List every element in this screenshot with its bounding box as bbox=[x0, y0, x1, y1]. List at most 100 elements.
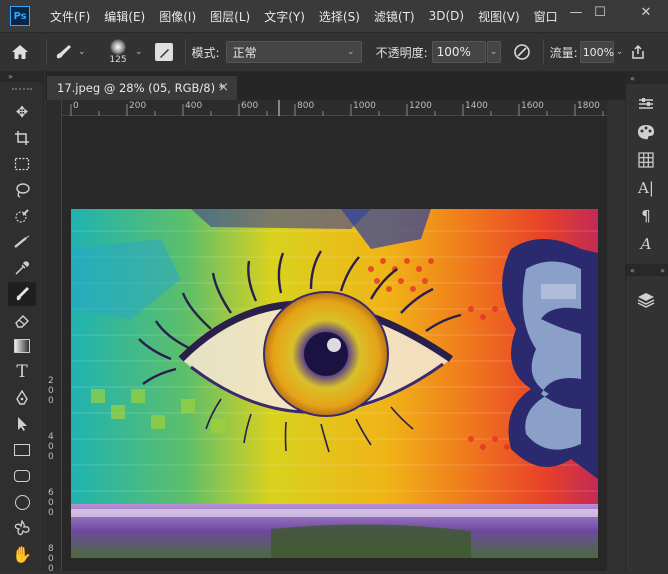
opacity-dropdown[interactable]: ⌄ bbox=[486, 41, 501, 63]
ruler-label: 8 0 0 bbox=[48, 544, 54, 574]
home-icon bbox=[12, 45, 28, 59]
dock-header: « » bbox=[626, 264, 668, 276]
brush-settings-icon bbox=[159, 49, 169, 58]
restore-button[interactable]: ☐ bbox=[584, 0, 616, 24]
paragraph-icon[interactable]: ¶ bbox=[633, 204, 659, 228]
swatches-grid-icon[interactable] bbox=[633, 148, 659, 172]
menu-window[interactable]: 窗口 bbox=[534, 8, 558, 25]
soft-brush-tip-icon bbox=[110, 39, 126, 55]
brush-panel-toggle[interactable] bbox=[154, 43, 173, 61]
properties-icon[interactable] bbox=[633, 92, 659, 116]
ruler-label: 4 0 0 bbox=[48, 432, 54, 462]
panel-grip-icon[interactable] bbox=[12, 88, 32, 90]
menu-view[interactable]: 视图(V) bbox=[478, 8, 520, 25]
blend-mode-select[interactable]: 正常 ⌄ bbox=[225, 41, 362, 63]
flow-label: 流量: bbox=[549, 45, 578, 60]
ruler-label: 1200 bbox=[409, 101, 432, 111]
canvas-area[interactable] bbox=[62, 116, 607, 571]
expand-panels-icon[interactable]: « bbox=[630, 74, 635, 83]
eraser-icon[interactable] bbox=[8, 308, 36, 332]
separator bbox=[46, 39, 47, 65]
path-selection-icon[interactable] bbox=[8, 412, 36, 436]
brush-preset-icon bbox=[56, 45, 71, 59]
photoshop-logo-icon[interactable]: Ps bbox=[10, 6, 30, 26]
custom-shape-icon[interactable] bbox=[8, 516, 36, 540]
panel-collapse-icon[interactable]: » bbox=[0, 72, 44, 82]
vertical-ruler[interactable]: 2 0 0 4 0 0 6 0 0 8 0 0 bbox=[45, 100, 62, 574]
ruler-label: 1800 bbox=[577, 101, 600, 111]
ruler-label: 1600 bbox=[521, 101, 544, 111]
character-icon[interactable]: A| bbox=[633, 176, 659, 200]
mode-label: 模式: bbox=[191, 45, 220, 60]
menu-file[interactable]: 文件(F) bbox=[50, 8, 90, 25]
pressure-opacity-toggle[interactable] bbox=[507, 43, 537, 61]
right-panel-dock: « « » bbox=[625, 72, 668, 571]
brush-tool-icon[interactable] bbox=[8, 282, 36, 306]
menu-3d[interactable]: 3D(D) bbox=[429, 9, 464, 23]
horizontal-ruler[interactable]: 0 200 400 600 800 1000 1200 1400 1600 18… bbox=[62, 100, 607, 116]
pressure-icon bbox=[513, 44, 530, 60]
menu-layer[interactable]: 图层(L) bbox=[210, 8, 250, 25]
ellipse-tool-icon[interactable] bbox=[8, 490, 36, 514]
tool-preset-picker[interactable]: ⌄ bbox=[53, 43, 101, 61]
share-icon bbox=[632, 44, 644, 59]
rounded-rectangle-icon[interactable] bbox=[8, 464, 36, 488]
options-bar: ⌄ 125 ⌄ 模式: 正常 ⌄ 不透明度: 100% ⌄ 流量: 100% ⌄ bbox=[0, 32, 668, 72]
quick-selection-icon[interactable] bbox=[8, 204, 36, 228]
document-tab[interactable]: 17.jpeg @ 28% (05, RGB/8) * × bbox=[47, 76, 237, 100]
pen-tool-icon[interactable] bbox=[8, 386, 36, 410]
dock-header: « bbox=[626, 72, 668, 84]
ruler-label: 600 bbox=[241, 101, 259, 111]
separator bbox=[184, 39, 186, 65]
chevron-down-icon[interactable]: ⌄ bbox=[135, 47, 143, 57]
ruler-label: 1400 bbox=[465, 101, 488, 111]
artboard-tool-icon[interactable] bbox=[8, 126, 36, 150]
ruler-label: 1000 bbox=[353, 101, 376, 111]
brush-size-value: 125 bbox=[109, 55, 127, 65]
menu-select[interactable]: 选择(S) bbox=[319, 8, 360, 25]
separator bbox=[542, 39, 544, 65]
ruler-label: 6 0 0 bbox=[48, 488, 54, 518]
menu-image[interactable]: 图像(I) bbox=[159, 8, 196, 25]
opacity-label: 不透明度: bbox=[375, 45, 428, 60]
menu-edit[interactable]: 编辑(E) bbox=[104, 8, 145, 25]
ruler-label: 2 0 0 bbox=[48, 376, 54, 406]
layers-icon[interactable] bbox=[633, 288, 659, 312]
color-palette-icon[interactable] bbox=[633, 120, 659, 144]
document-tab-bar: 17.jpeg @ 28% (05, RGB/8) * × bbox=[45, 72, 625, 100]
home-button[interactable] bbox=[0, 36, 40, 68]
eye-graffiti-artwork[interactable] bbox=[71, 209, 598, 558]
eyedropper-icon[interactable] bbox=[8, 256, 36, 280]
hand-tool-icon[interactable]: ✋ bbox=[8, 542, 36, 566]
brush-size-picker[interactable]: 125 bbox=[101, 39, 135, 65]
opacity-value: 100% bbox=[436, 45, 471, 59]
document-tab-title: 17.jpeg @ 28% (05, RGB/8) * bbox=[57, 81, 225, 95]
artwork-image bbox=[71, 209, 598, 558]
lasso-icon[interactable] bbox=[8, 178, 36, 202]
menu-filter[interactable]: 滤镜(T) bbox=[374, 8, 415, 25]
close-window-button[interactable]: ✕ bbox=[630, 0, 662, 24]
rectangular-marquee-icon[interactable] bbox=[8, 152, 36, 176]
close-tab-icon[interactable]: × bbox=[218, 80, 229, 95]
type-tool-icon[interactable]: T bbox=[8, 360, 36, 384]
crop-tool-icon[interactable] bbox=[8, 230, 36, 254]
flow-value: 100% bbox=[582, 45, 615, 59]
opacity-field[interactable]: 100% bbox=[431, 41, 486, 63]
rectangle-tool-icon[interactable] bbox=[8, 438, 36, 462]
move-tool-icon[interactable]: ✥ bbox=[8, 100, 36, 124]
glyphs-icon[interactable]: A bbox=[633, 232, 659, 256]
expand-panels-icon[interactable]: « bbox=[630, 266, 635, 275]
share-button[interactable] bbox=[627, 44, 649, 60]
ruler-label: 400 bbox=[185, 101, 203, 111]
chevron-down-icon: ⌄ bbox=[78, 47, 86, 57]
chevron-down-icon: ⌄ bbox=[489, 47, 498, 57]
ruler-label: 200 bbox=[129, 101, 147, 111]
collapse-panels-icon[interactable]: » bbox=[660, 266, 665, 275]
gradient-icon[interactable] bbox=[8, 334, 36, 358]
flow-field[interactable]: 100% bbox=[579, 41, 615, 63]
ruler-label: 800 bbox=[297, 101, 315, 111]
blend-mode-value: 正常 bbox=[232, 45, 257, 60]
menu-type[interactable]: 文字(Y) bbox=[264, 8, 305, 25]
chevron-down-icon[interactable]: ⌄ bbox=[616, 47, 624, 57]
chevron-down-icon: ⌄ bbox=[347, 47, 355, 57]
